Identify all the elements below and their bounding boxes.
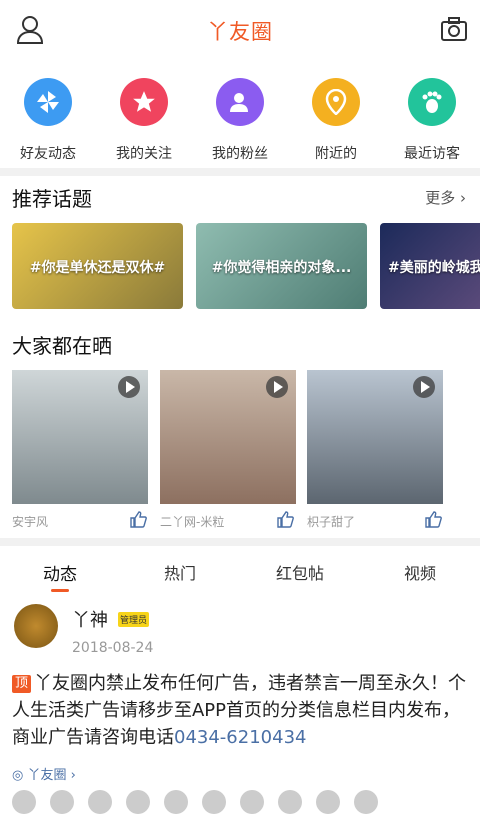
show-author: 安宇风 (12, 515, 49, 529)
post-source[interactable]: ◎ 丫友圈 › (12, 764, 76, 783)
show-author: 枳子甜了 (307, 515, 356, 529)
tab-feed[interactable]: 动态 (0, 548, 120, 596)
tab-label: 动态 (43, 565, 77, 585)
tab-hot[interactable]: 热门 (120, 548, 240, 596)
quick-label: 我的粉丝 (212, 146, 268, 162)
avatar[interactable] (278, 790, 302, 814)
quick-my-follows[interactable]: 我的关注 (96, 76, 192, 166)
tab-label: 视频 (403, 564, 436, 583)
quick-friends-feed[interactable]: 好友动态 (0, 76, 96, 166)
location-pin-icon (312, 78, 360, 126)
chevron-right-icon: › (455, 189, 466, 207)
quick-label: 最近访客 (404, 146, 460, 162)
play-icon (413, 376, 435, 398)
topic-label: #你觉得相亲的对象... (211, 260, 352, 276)
avatar[interactable] (126, 790, 150, 814)
divider (0, 538, 480, 546)
chevron-right-icon: › (66, 768, 76, 783)
tab-video[interactable]: 视频 (360, 548, 480, 596)
avatar[interactable] (88, 790, 112, 814)
avatar[interactable] (14, 604, 58, 648)
avatar[interactable] (316, 790, 340, 814)
tab-label: 热门 (163, 564, 196, 583)
show-author: 二丫网-米粒 (160, 515, 225, 529)
divider (0, 168, 480, 176)
more-label: 更多 (425, 189, 456, 207)
source-label: 丫友圈 (27, 768, 67, 783)
app-title: 丫友圈 (207, 20, 273, 44)
show-video-thumb[interactable] (160, 370, 296, 504)
avatar[interactable] (164, 790, 188, 814)
pinned-badge: 顶 (12, 675, 32, 693)
topics-more-link[interactable]: 更多 › (425, 187, 466, 208)
thumbs-up-icon[interactable] (276, 510, 294, 528)
post-author[interactable]: 丫神 (72, 606, 108, 632)
admin-badge: 管理员 (118, 612, 150, 627)
footprint-icon (408, 78, 456, 126)
liker-avatars (12, 790, 472, 814)
shows-title: 大家都在晒 (12, 334, 112, 358)
thumbs-up-icon[interactable] (129, 510, 147, 528)
tab-red-packet[interactable]: 红包帖 (240, 548, 360, 596)
thumbs-up-icon[interactable] (424, 510, 442, 528)
quick-my-fans[interactable]: 我的粉丝 (192, 76, 288, 166)
star-icon (120, 78, 168, 126)
topic-card[interactable]: #你是单休还是双休# (12, 223, 183, 309)
person-heart-icon (216, 78, 264, 126)
camera-icon[interactable] (440, 16, 468, 42)
quick-recent-visitors[interactable]: 最近访客 (384, 76, 480, 166)
play-icon (118, 376, 140, 398)
avatar[interactable] (354, 790, 378, 814)
pinwheel-icon (24, 78, 72, 126)
avatar[interactable] (240, 790, 264, 814)
show-video-thumb[interactable] (307, 370, 443, 504)
tab-underline (51, 589, 69, 592)
quick-label: 我的关注 (116, 146, 172, 162)
quick-label: 好友动态 (20, 146, 76, 162)
phone-link[interactable]: 0434-6210434 (174, 727, 306, 748)
avatar[interactable] (12, 790, 36, 814)
topic-card[interactable]: #你觉得相亲的对象... (196, 223, 367, 309)
quick-label: 附近的 (315, 146, 357, 162)
post-date: 2018-08-24 (72, 640, 154, 656)
play-icon (266, 376, 288, 398)
quick-actions: 好友动态 我的关注 我的粉丝 附近的 最近访客 (0, 76, 480, 166)
avatar[interactable] (50, 790, 74, 814)
circle-icon: ◎ (12, 768, 24, 783)
tab-label: 红包帖 (275, 564, 324, 583)
feed-tabs: 动态 热门 红包帖 视频 (0, 548, 480, 596)
topics-title: 推荐话题 (12, 187, 92, 211)
show-video-thumb[interactable] (12, 370, 148, 504)
topic-label: #你是单休还是双休# (29, 260, 166, 276)
topic-label: #美丽的岭城我 (388, 260, 480, 276)
topic-card[interactable]: #美丽的岭城我 (380, 223, 480, 309)
avatar[interactable] (202, 790, 226, 814)
app-header: 丫友圈 (0, 0, 480, 62)
post-body[interactable]: 顶丫友圈内禁止发布任何广告，违者禁言一周至永久！个人生活类广告请移步至APP首页… (12, 670, 470, 751)
quick-nearby[interactable]: 附近的 (288, 76, 384, 166)
